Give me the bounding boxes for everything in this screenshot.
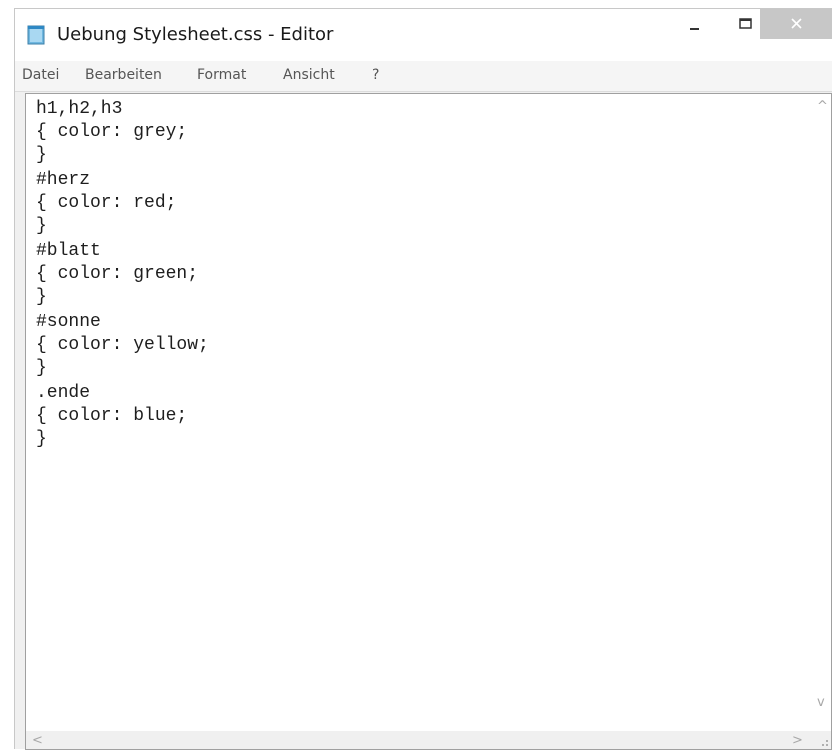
- editor-line: }: [36, 287, 47, 307]
- editor-line: .ende: [36, 383, 91, 403]
- editor-line: #herz: [36, 170, 91, 190]
- editor-text[interactable]: h1,h2,h3 { color: grey;} #herz { color: red…: [36, 98, 796, 451]
- scroll-down-icon[interactable]: v: [817, 696, 825, 709]
- minimize-icon: [690, 28, 699, 30]
- close-icon: [791, 18, 802, 29]
- menu-ansicht[interactable]: Ansicht: [283, 67, 335, 83]
- menu-format[interactable]: Format: [197, 67, 246, 83]
- text-editor-area[interactable]: h1,h2,h3 { color: grey;} #herz { color: red…: [25, 93, 832, 750]
- scroll-up-icon[interactable]: ^: [817, 100, 828, 113]
- editor-line: }: [36, 216, 47, 236]
- editor-line: h1,h2,h3: [36, 99, 123, 119]
- window-title: Uebung Stylesheet.css - Editor: [57, 24, 334, 45]
- menu-help[interactable]: ?: [372, 67, 379, 83]
- menu-bar: Datei Bearbeiten Format Ansicht ?: [15, 61, 832, 92]
- close-button[interactable]: [760, 9, 832, 39]
- menu-bearbeiten[interactable]: Bearbeiten: [85, 67, 162, 83]
- editor-line: }: [36, 429, 47, 449]
- minimize-button[interactable]: [675, 9, 720, 39]
- horizontal-scrollbar[interactable]: < >: [26, 731, 814, 749]
- editor-line: #sonne: [36, 312, 101, 332]
- editor-line: { color: grey;: [36, 122, 188, 142]
- editor-line: { color: blue;: [36, 406, 188, 426]
- notepad-icon: [27, 25, 45, 45]
- editor-line: }: [36, 145, 47, 165]
- resize-grip-icon: [822, 740, 828, 746]
- vertical-scrollbar[interactable]: ^ v: [814, 94, 831, 714]
- notepad-window: Uebung Stylesheet.css - Editor Datei Bea…: [14, 8, 832, 750]
- menu-datei[interactable]: Datei: [22, 67, 59, 83]
- scroll-right-icon[interactable]: >: [792, 734, 803, 747]
- editor-line: { color: yellow;: [36, 335, 209, 355]
- editor-line: }: [36, 358, 47, 378]
- scroll-left-icon[interactable]: <: [32, 734, 43, 747]
- editor-line: #blatt: [36, 241, 101, 261]
- title-bar[interactable]: Uebung Stylesheet.css - Editor: [15, 9, 832, 61]
- editor-line: { color: red;: [36, 193, 177, 213]
- editor-line: { color: green;: [36, 264, 199, 284]
- resize-grip[interactable]: [814, 731, 831, 749]
